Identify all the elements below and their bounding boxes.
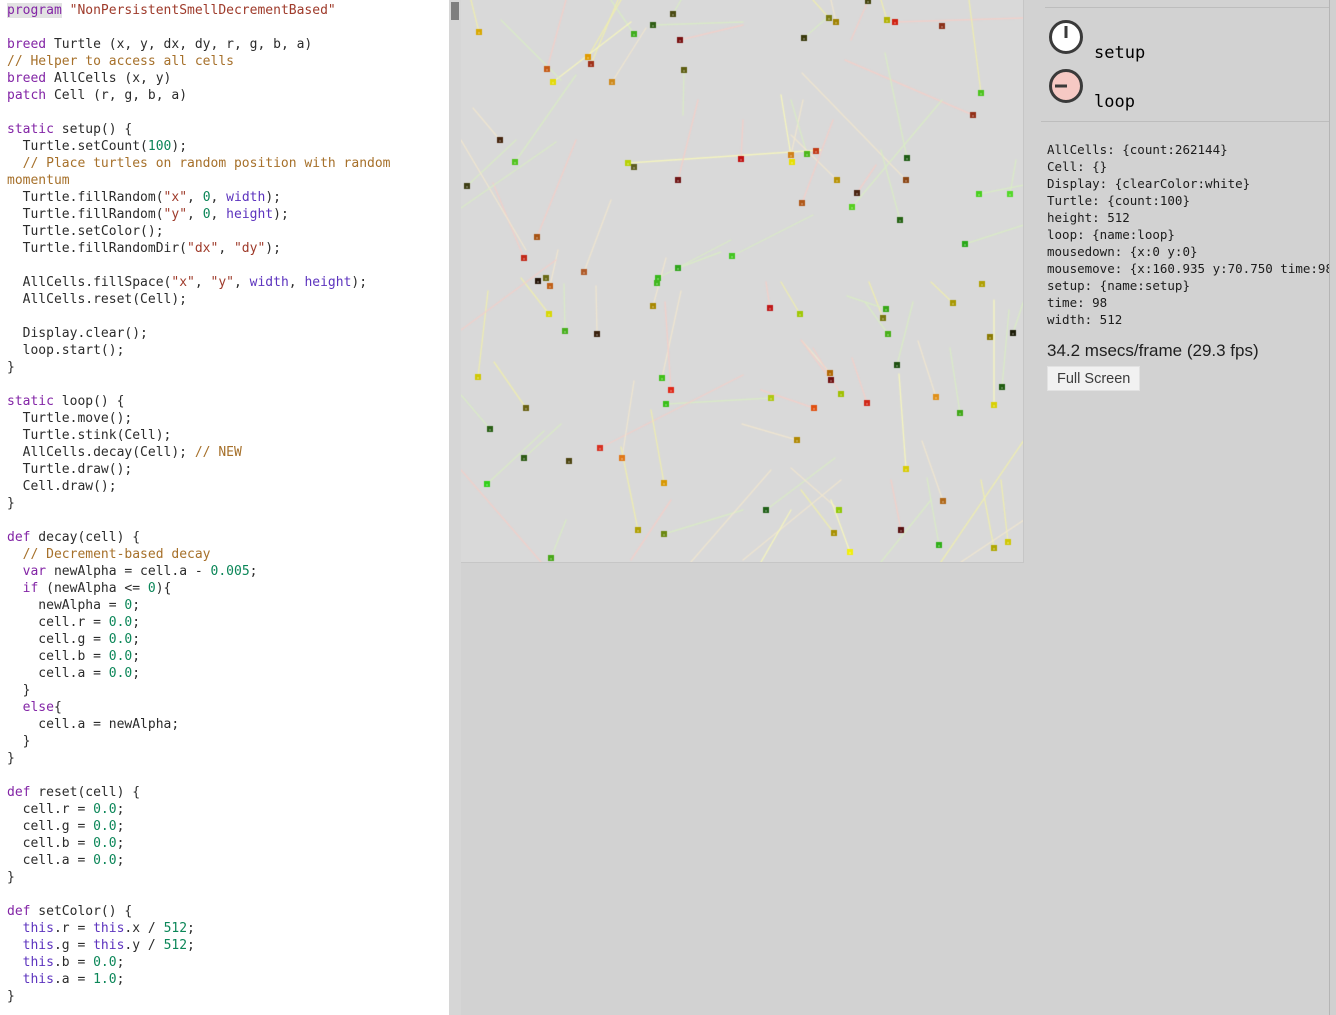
code-line: static setup() { (7, 121, 391, 138)
code-editor[interactable]: program "NonPersistentSmellDecrementBase… (0, 0, 449, 1015)
code-line (7, 104, 391, 121)
code-line: } (7, 988, 391, 1005)
code-line: def reset(cell) { (7, 784, 391, 801)
loop-button-label[interactable]: loop (1094, 93, 1135, 111)
window-scrollbar[interactable] (1329, 0, 1336, 1015)
code-line (7, 512, 391, 529)
code-line (7, 886, 391, 903)
code-line: newAlpha = 0; (7, 597, 391, 614)
code-line: cell.g = 0.0; (7, 631, 391, 648)
code-line: breed AllCells (x, y) (7, 70, 391, 87)
code-line (7, 308, 391, 325)
code-line: // Place turtles on random position with… (7, 155, 391, 172)
code-line: AllCells.fillSpace("x", "y", width, heig… (7, 274, 391, 291)
code-line: cell.a = newAlpha; (7, 716, 391, 733)
editor-scrollbar[interactable] (449, 0, 461, 1015)
code-line: } (7, 750, 391, 767)
fullscreen-button[interactable]: Full Screen (1047, 366, 1140, 391)
code-line: this.g = this.y / 512; (7, 937, 391, 954)
code-line: cell.r = 0.0; (7, 801, 391, 818)
code-line: } (7, 733, 391, 750)
code-line: } (7, 359, 391, 376)
code-line: Turtle.fillRandom("y", 0, height); (7, 206, 391, 223)
setup-button-label[interactable]: setup (1094, 44, 1145, 62)
code-line (7, 767, 391, 784)
stats-line: setup: {name:setup} (1047, 277, 1330, 294)
code-line: def decay(cell) { (7, 529, 391, 546)
code-line: static loop() { (7, 393, 391, 410)
code-line: cell.a = 0.0; (7, 665, 391, 682)
app-window: program "NonPersistentSmellDecrementBase… (0, 0, 1336, 1015)
panel-divider-top (1045, 7, 1329, 8)
code-line: patch Cell (r, g, b, a) (7, 87, 391, 104)
code-line: AllCells.decay(Cell); // NEW (7, 444, 391, 461)
code-line (7, 257, 391, 274)
clock-hand-up-icon (1065, 26, 1068, 38)
code-line: Turtle.fillRandom("x", 0, width); (7, 189, 391, 206)
code-line: Turtle.draw(); (7, 461, 391, 478)
code-line: // Helper to access all cells (7, 53, 391, 70)
code-line: this.a = 1.0; (7, 971, 391, 988)
code-line: } (7, 869, 391, 886)
performance-text: 34.2 msecs/frame (29.3 fps) (1047, 341, 1259, 361)
editor-scrollbar-thumb[interactable] (451, 2, 459, 20)
code-listing: program "NonPersistentSmellDecrementBase… (7, 2, 391, 1005)
code-line: this.r = this.x / 512; (7, 920, 391, 937)
code-line: this.b = 0.0; (7, 954, 391, 971)
stats-line: mousemove: {x:160.935 y:70.750 time:98} (1047, 260, 1330, 277)
code-line: cell.a = 0.0; (7, 852, 391, 869)
code-line: else{ (7, 699, 391, 716)
code-line: cell.g = 0.0; (7, 818, 391, 835)
code-line: // Decrement-based decay (7, 546, 391, 563)
code-line: Display.clear(); (7, 325, 391, 342)
code-line: Cell.draw(); (7, 478, 391, 495)
stats-line: Turtle: {count:100} (1047, 192, 1330, 209)
code-line: program "NonPersistentSmellDecrementBase… (7, 2, 391, 19)
code-line: Turtle.setCount(100); (7, 138, 391, 155)
stats-line: time: 98 (1047, 294, 1330, 311)
stats-line: width: 512 (1047, 311, 1330, 328)
code-line: Turtle.setColor(); (7, 223, 391, 240)
code-line: cell.r = 0.0; (7, 614, 391, 631)
code-line: def setColor() { (7, 903, 391, 920)
code-line: Turtle.fillRandomDir("dx", "dy"); (7, 240, 391, 257)
simulation-canvas[interactable] (461, 0, 1024, 563)
code-line: AllCells.reset(Cell); (7, 291, 391, 308)
code-line: Turtle.stink(Cell); (7, 427, 391, 444)
stats-line: AllCells: {count:262144} (1047, 141, 1330, 158)
clock-hand-left-icon (1055, 85, 1067, 88)
code-line: if (newAlpha <= 0){ (7, 580, 391, 597)
code-line: momentum (7, 172, 391, 189)
loop-button[interactable] (1049, 69, 1083, 103)
code-line (7, 19, 391, 36)
code-line: var newAlpha = cell.a - 0.005; (7, 563, 391, 580)
stats-line: mousedown: {x:0 y:0} (1047, 243, 1330, 260)
code-line: } (7, 495, 391, 512)
panel-divider-bottom (1041, 121, 1329, 122)
stats-line: height: 512 (1047, 209, 1330, 226)
code-line (7, 376, 391, 393)
stats-line: Display: {clearColor:white} (1047, 175, 1330, 192)
code-line: Turtle.move(); (7, 410, 391, 427)
stats-panel: AllCells: {count:262144}Cell: {}Display:… (1047, 141, 1330, 328)
code-line: breed Turtle (x, y, dx, dy, r, g, b, a) (7, 36, 391, 53)
setup-button[interactable] (1049, 20, 1083, 54)
code-line: cell.b = 0.0; (7, 648, 391, 665)
stats-line: loop: {name:loop} (1047, 226, 1330, 243)
code-line: } (7, 682, 391, 699)
code-line: cell.b = 0.0; (7, 835, 391, 852)
code-line: loop.start(); (7, 342, 391, 359)
stats-line: Cell: {} (1047, 158, 1330, 175)
